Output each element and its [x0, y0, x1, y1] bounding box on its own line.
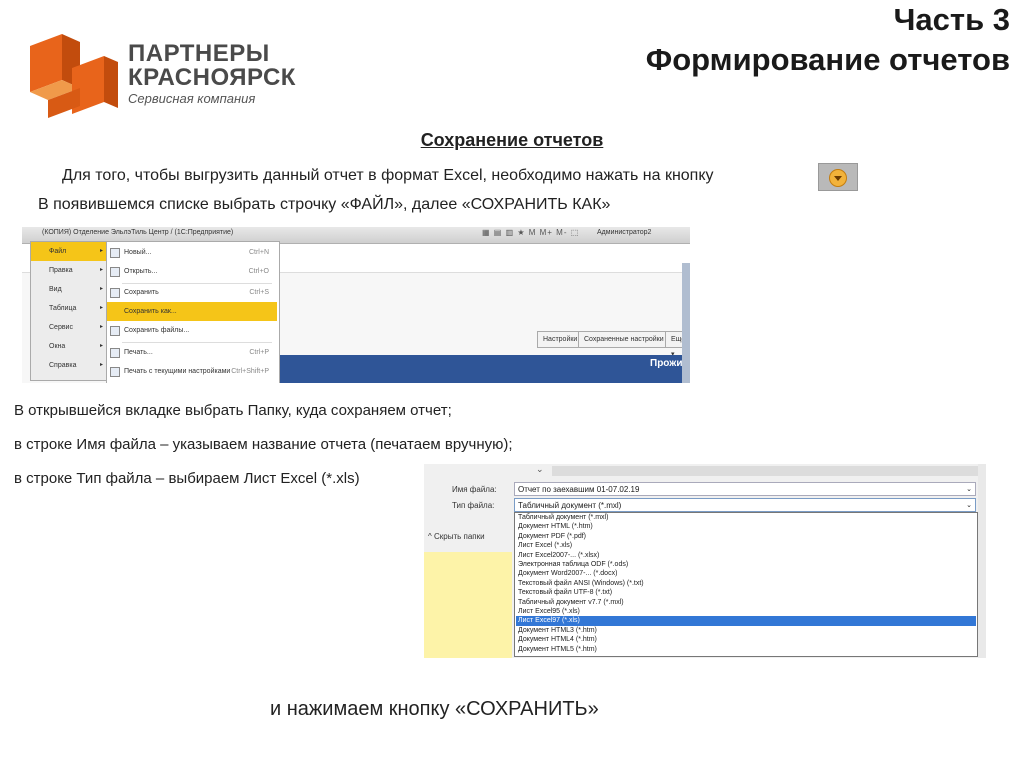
submenu-item-print[interactable]: Печать... Ctrl+P [107, 343, 277, 362]
vertical-scrollbar[interactable] [978, 464, 986, 658]
logo-text-city: КРАСНОЯРСК [128, 64, 296, 91]
file-type-option[interactable]: Текстовый файл UTF-8 (*.txt) [516, 588, 976, 597]
document-icon [110, 248, 120, 258]
submenu-item-save-as[interactable]: Сохранить как... [107, 302, 277, 321]
window-title: (КОПИЯ) Отделение ЭльлэТиль Центр / (1С:… [42, 229, 234, 236]
file-type-option[interactable]: Документ PDF (*.pdf) [516, 532, 976, 541]
report-menu-button[interactable] [818, 163, 858, 191]
menu-item-service[interactable]: Сервис ▸ [31, 318, 107, 337]
file-type-option[interactable]: Лист Excel2007-... (*.xlsx) [516, 551, 976, 560]
folder-icon [110, 267, 120, 277]
user-name: Администратор2 [597, 229, 652, 236]
menu-item-help[interactable]: Справка ▸ [31, 356, 107, 375]
file-type-option[interactable]: Текстовый файл ANSI (Windows) (*.txt) [516, 579, 976, 588]
logo-subtitle: Сервисная компания [128, 91, 256, 106]
file-type-option[interactable]: Документ HTML5 (*.htm) [516, 645, 976, 654]
dropdown-arrow-icon [829, 169, 847, 187]
chevron-down-icon: ⌄ [966, 502, 972, 509]
quick-print-icon [110, 367, 120, 377]
file-type-option[interactable]: Табличный документ (*.mxl) [516, 513, 976, 522]
instruction-step3: В открывшейся вкладке выбрать Папку, куд… [14, 402, 452, 419]
settings-button[interactable]: Настройки [537, 331, 584, 348]
toolbar-icons: ▦ ▤ ▥ ★ M M+ M- ⬚ [482, 228, 580, 237]
saved-settings-button[interactable]: Сохраненные настройки [578, 331, 670, 348]
final-instruction: и нажимаем кнопку «СОХРАНИТЬ» [270, 698, 599, 720]
instruction-step5: в строке Тип файла – выбираем Лист Excel… [14, 470, 360, 487]
menu-item-file[interactable]: Файл ▸ [31, 242, 107, 261]
file-type-option[interactable]: Табличный документ v7.7 (*.mxl) [516, 598, 976, 607]
menu-item-table[interactable]: Таблица ▸ [31, 299, 107, 318]
chevron-down-icon: ⌄ [966, 486, 972, 493]
save-files-icon [110, 326, 120, 336]
submenu-item-save-files[interactable]: Сохранить файлы... [107, 321, 277, 340]
file-name-label: Имя файла: [452, 485, 497, 494]
table-header-bar [272, 355, 690, 383]
section-title: Сохранение отчетов [420, 130, 604, 150]
file-name-input[interactable]: Отчет по заехавшим 01-07.02.19 ⌄ [514, 482, 976, 496]
instruction-step4: в строке Имя файла – указываем название … [14, 436, 513, 453]
menu-item-windows[interactable]: Окна ▸ [31, 337, 107, 356]
submenu-item-save[interactable]: Сохранить Ctrl+S [107, 283, 277, 302]
part-title: Часть 3 [893, 2, 1010, 37]
menu-item-view[interactable]: Вид ▸ [31, 280, 107, 299]
file-type-option[interactable]: Документ HTML (*.htm) [516, 522, 976, 531]
submenu-item-new[interactable]: Новый... Ctrl+N [107, 243, 277, 262]
submenu-item-open[interactable]: Открыть... Ctrl+O [107, 262, 277, 281]
file-type-option[interactable]: Лист Excel95 (*.xls) [516, 607, 976, 616]
save-dialog-screenshot: ⌄ Имя файла: Отчет по заехавшим 01-07.02… [424, 464, 986, 658]
hide-folders-button[interactable]: ^ Скрыть папки [428, 532, 485, 541]
instruction-step1: Для того, чтобы выгрузить данный отчет в… [62, 167, 714, 184]
file-type-label: Тип файла: [452, 501, 495, 510]
print-icon [110, 348, 120, 358]
menu-item-edit[interactable]: Правка ▸ [31, 261, 107, 280]
file-type-select[interactable]: Табличный документ (*.mxl) ⌄ [514, 498, 976, 512]
instruction-step2: В появившемся списке выбрать строчку «ФА… [38, 196, 611, 213]
slide-title: Формирование отчетов [645, 42, 1010, 77]
file-type-option[interactable]: Документ Word2007-... (*.docx) [516, 569, 976, 578]
submenu-item-quick-print[interactable]: Печать с текущими настройками Ctrl+Shift+… [107, 362, 277, 381]
horizontal-scrollbar[interactable] [552, 466, 982, 476]
file-type-option[interactable]: Документ HTML4 (*.htm) [516, 635, 976, 644]
company-logo-icon [30, 34, 118, 118]
file-type-option-selected[interactable]: Лист Excel97 (*.xls) [516, 616, 976, 626]
menu-screenshot: (КОПИЯ) Отделение ЭльлэТиль Центр / (1С:… [22, 227, 690, 383]
save-icon [110, 288, 120, 298]
scrollbar[interactable] [682, 263, 690, 383]
file-type-option[interactable]: Электронная таблица ODF (*.ods) [516, 560, 976, 569]
file-type-option[interactable]: Лист Excel (*.xls) [516, 541, 976, 550]
chevron-down-icon[interactable]: ⌄ [536, 464, 544, 475]
file-type-option[interactable]: Документ HTML3 (*.htm) [516, 626, 976, 635]
folder-panel-background [424, 552, 512, 658]
